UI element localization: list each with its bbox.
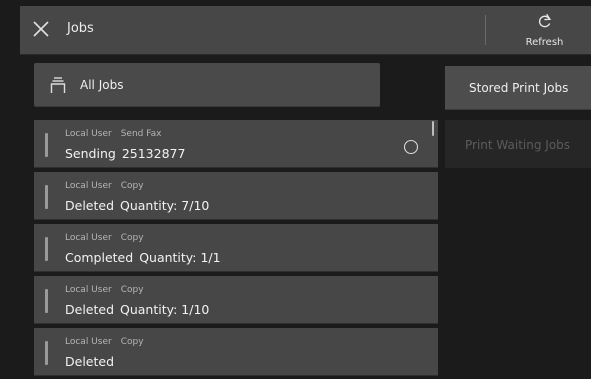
job-user: Local User [65,233,112,243]
job-row[interactable]: Local User Copy Deleted [34,328,438,376]
job-detail: 25132877 [121,146,186,161]
job-type: Copy [120,285,144,295]
print-waiting-jobs-button: Print Waiting Jobs [445,120,591,168]
title-bar: Jobs Refresh [20,6,591,55]
job-row[interactable]: Local User Copy Deleted Quantity: 7/10 [34,172,438,220]
all-jobs-label: All Jobs [80,78,124,92]
refresh-icon [538,13,552,28]
job-type: Send Fax [120,129,162,139]
print-waiting-jobs-label: Print Waiting Jobs [465,138,571,152]
divider [485,15,486,45]
job-type: Copy [120,181,144,191]
job-type: Copy [120,337,144,347]
all-jobs-filter-button[interactable]: All Jobs [34,63,380,107]
job-user: Local User [65,337,112,347]
job-row-marker [45,185,48,209]
job-stack-icon [50,77,66,93]
job-row-marker [45,133,48,157]
job-user: Local User [65,129,112,139]
list-scrollbar[interactable] [432,121,434,136]
job-row-marker [45,289,48,313]
job-status: Deleted [65,354,115,369]
job-status: Completed [65,250,134,265]
refresh-button[interactable]: Refresh [498,8,591,52]
job-detail: Quantity: 1/10 [120,302,210,317]
job-type: Copy [120,233,144,243]
stored-print-jobs-label: Stored Print Jobs [469,81,569,95]
job-user: Local User [65,285,112,295]
page-title: Jobs [67,21,94,36]
refresh-label: Refresh [525,37,564,48]
job-row-marker [45,237,48,261]
stored-print-jobs-button[interactable]: Stored Print Jobs [445,66,591,110]
job-status: Sending [65,146,116,161]
close-button[interactable] [30,18,52,40]
job-row[interactable]: Local User Copy Deleted Quantity: 1/10 [34,276,438,324]
job-status: Deleted [65,198,115,213]
close-icon [33,21,49,37]
job-detail: Quantity: 1/1 [139,250,221,265]
job-status: Deleted [65,302,115,317]
job-user: Local User [65,181,112,191]
job-row-marker [45,341,48,365]
job-row[interactable]: Local User Copy Completed Quantity: 1/1 [34,224,438,272]
job-list: Local User Send Fax Sending 25132877 Local… [34,120,438,379]
job-row[interactable]: Local User Send Fax Sending 25132877 [34,120,438,168]
job-detail: Quantity: 7/10 [120,198,210,213]
progress-spinner-icon [403,139,419,155]
